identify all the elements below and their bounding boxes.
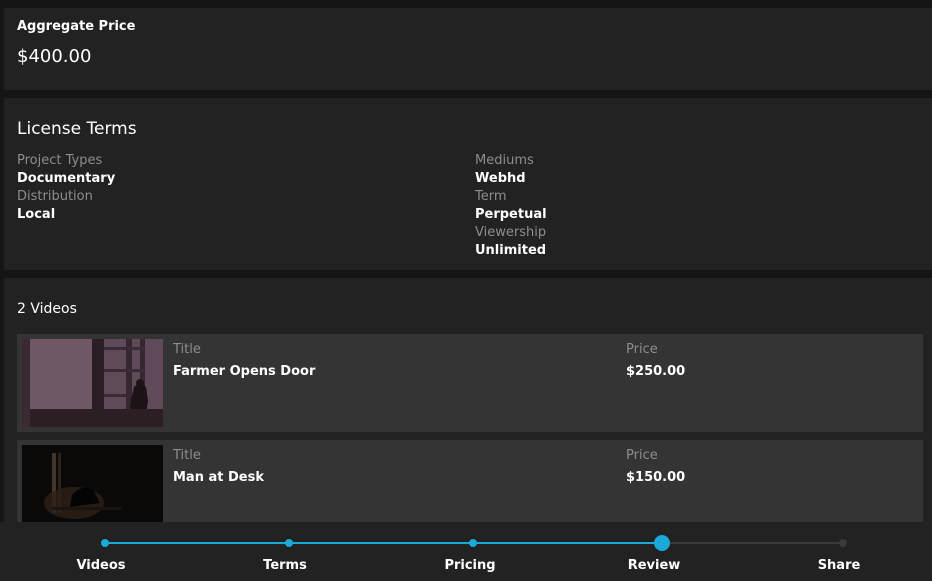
term-label-viewership: Viewership (475, 225, 547, 240)
video-price-column: Price $150.00 (626, 445, 685, 489)
step-pricing[interactable]: Pricing (444, 558, 495, 573)
term-label-distribution: Distribution (17, 189, 93, 204)
video-price: $250.00 (626, 364, 686, 379)
term-value-mediums: Webhd (475, 171, 526, 186)
term-value-viewership: Unlimited (475, 243, 547, 258)
man-desk-thumbnail-image (22, 445, 163, 522)
step-dot-videos[interactable] (101, 539, 109, 547)
videos-count-title: 2 Videos (17, 301, 77, 317)
videos-card: 2 Videos Title Farmer Opens Door Price $… (4, 278, 932, 522)
farmer-door-thumbnail-image (22, 339, 163, 427)
term-value-distribution: Local (17, 207, 56, 222)
step-dot-review[interactable] (654, 535, 670, 551)
stepper-remaining-line (662, 542, 843, 544)
term-value-project-types: Documentary (17, 171, 116, 186)
progress-stepper: Videos Terms Pricing Review Share (0, 522, 932, 581)
term-label-mediums: Mediums (475, 153, 534, 168)
license-terms-title: License Terms (17, 119, 137, 139)
video-title: Farmer Opens Door (173, 364, 316, 379)
video-title-column: Title Farmer Opens Door (173, 339, 315, 383)
stepper-progress-line (105, 542, 662, 544)
video-thumbnail[interactable] (22, 445, 163, 522)
video-price-label: Price (626, 448, 658, 463)
step-review[interactable]: Review (628, 558, 681, 573)
video-thumbnail[interactable] (22, 339, 163, 427)
video-title-label: Title (173, 342, 201, 357)
aggregate-price-card: Aggregate Price $400.00 (4, 8, 932, 90)
license-terms-right-column: Mediums Webhd Term Perpetual Viewership … (475, 152, 547, 260)
step-dot-share[interactable] (839, 539, 847, 547)
step-videos[interactable]: Videos (76, 558, 125, 573)
video-title-column: Title Man at Desk (173, 445, 264, 489)
term-label-term: Term (475, 189, 507, 204)
term-label-project-types: Project Types (17, 153, 103, 168)
video-price-label: Price (626, 342, 658, 357)
aggregate-price-label: Aggregate Price (17, 19, 136, 34)
term-value-term: Perpetual (475, 207, 547, 222)
video-row[interactable]: Title Man at Desk Price $150.00 (17, 440, 923, 522)
video-price-column: Price $250.00 (626, 339, 685, 383)
license-terms-card: License Terms Project Types Documentary … (4, 98, 932, 270)
step-share[interactable]: Share (818, 558, 861, 573)
video-row[interactable]: Title Farmer Opens Door Price $250.00 (17, 334, 923, 432)
step-dot-pricing[interactable] (469, 539, 477, 547)
step-terms[interactable]: Terms (263, 558, 307, 573)
video-price: $150.00 (626, 470, 686, 485)
video-title-label: Title (173, 448, 201, 463)
video-title: Man at Desk (173, 470, 264, 485)
step-dot-terms[interactable] (285, 539, 293, 547)
license-terms-left-column: Project Types Documentary Distribution L… (17, 152, 115, 224)
aggregate-price-value: $400.00 (17, 46, 92, 67)
